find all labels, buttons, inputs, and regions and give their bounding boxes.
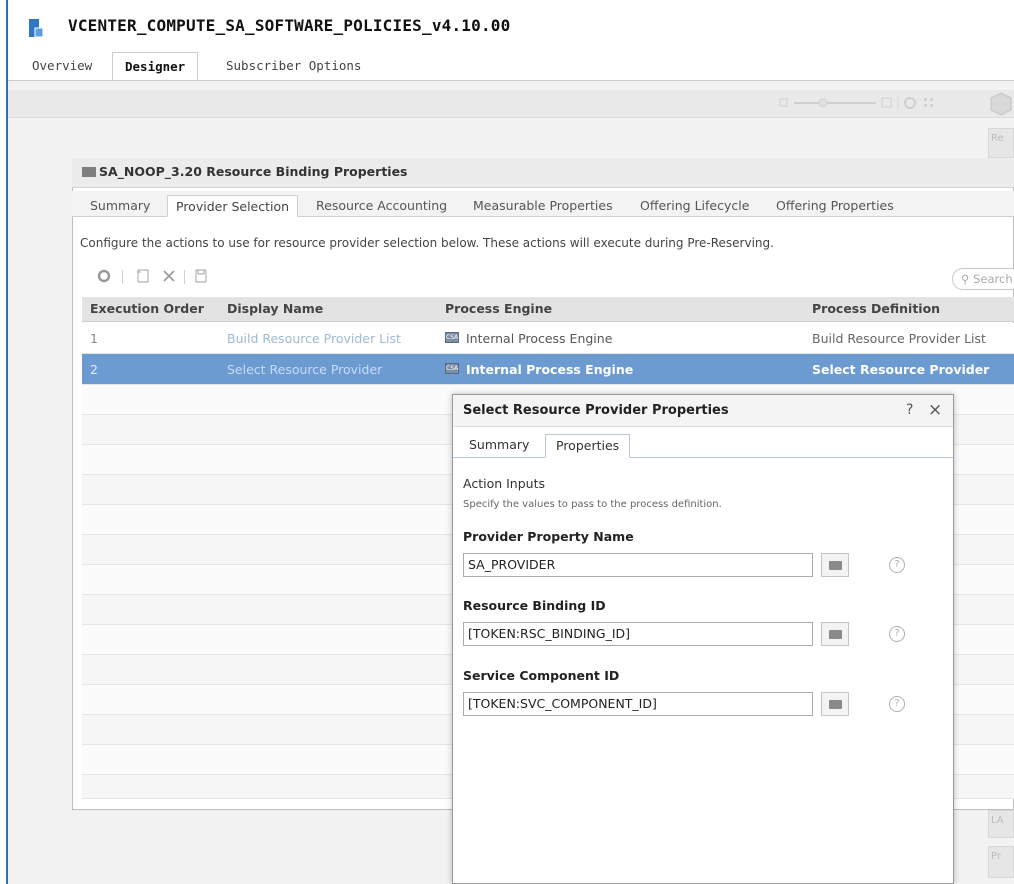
- token-picker-icon: [829, 561, 842, 570]
- cell-execution-order: 2: [90, 362, 98, 377]
- window-icon: [82, 167, 96, 177]
- app-icon: [28, 18, 44, 38]
- refresh-icon[interactable]: [96, 268, 112, 288]
- dialog-title: Select Resource Provider Properties: [463, 403, 729, 418]
- page-title: VCENTER_COMPUTE_SA_SOFTWARE_POLICIES_v4.…: [68, 16, 511, 35]
- service-component-id-input[interactable]: [TOKEN:SVC_COMPONENT_ID]: [463, 692, 813, 716]
- table-header: Execution Order Display Name Process Eng…: [82, 297, 1014, 322]
- toolbar-divider: [122, 270, 123, 284]
- cell-process-definition: Select Resource Provider: [812, 362, 990, 377]
- tab-measurable-properties[interactable]: Measurable Properties: [465, 195, 621, 217]
- cell-display-name[interactable]: Select Resource Provider: [227, 362, 382, 377]
- zoom-control[interactable]: [778, 96, 948, 110]
- save-icon[interactable]: [194, 268, 208, 288]
- palette-item[interactable]: Pr: [988, 846, 1014, 878]
- search-placeholder: Search: [973, 272, 1013, 286]
- delete-icon[interactable]: [162, 268, 176, 288]
- cell-process-engine: Internal Process Engine: [466, 362, 634, 377]
- table-row[interactable]: 1 Build Resource Provider List CSA Inter…: [82, 323, 1014, 354]
- token-picker-button[interactable]: [821, 553, 849, 577]
- tab-properties[interactable]: Properties: [545, 434, 631, 458]
- tab-subscriber-options[interactable]: Subscriber Options: [214, 52, 373, 81]
- window-title: SA_NOOP_3.20 Resource Binding Properties: [99, 164, 408, 179]
- table-row-selected[interactable]: 2 Select Resource Provider CSA Internal …: [82, 354, 1014, 385]
- tab-offering-properties[interactable]: Offering Properties: [768, 195, 902, 217]
- resource-binding-id-input[interactable]: [TOKEN:RSC_BINDING_ID]: [463, 622, 813, 646]
- help-circle-icon[interactable]: ?: [889, 626, 905, 642]
- section-title: Action Inputs: [463, 476, 546, 491]
- tab-provider-selection[interactable]: Provider Selection: [167, 195, 299, 217]
- column-header-process-definition[interactable]: Process Definition: [812, 301, 940, 316]
- tab-designer[interactable]: Designer: [112, 52, 199, 81]
- tab-offering-lifecycle[interactable]: Offering Lifecycle: [632, 195, 757, 217]
- help-button[interactable]: ?: [906, 402, 913, 418]
- provider-property-name-input[interactable]: SA_PROVIDER: [463, 553, 813, 577]
- engine-icon: CSA: [445, 332, 459, 343]
- cell-execution-order: 1: [90, 331, 98, 346]
- dialog-tab-bar: Summary Properties: [453, 432, 953, 458]
- help-circle-icon[interactable]: ?: [889, 557, 905, 573]
- column-header-process-engine[interactable]: Process Engine: [445, 301, 552, 316]
- field-label-provider-property-name: Provider Property Name: [463, 529, 634, 544]
- field-label-resource-binding-id: Resource Binding ID: [463, 598, 606, 613]
- token-picker-icon: [829, 630, 842, 639]
- cell-display-name[interactable]: Build Resource Provider List: [227, 331, 401, 346]
- binding-tab-bar: Summary Provider Selection Resource Acco…: [72, 191, 1014, 217]
- token-picker-button[interactable]: [821, 692, 849, 716]
- tab-resource-accounting[interactable]: Resource Accounting: [308, 195, 455, 217]
- top-tab-bar: Overview Designer Subscriber Options: [20, 52, 1014, 81]
- palette-item[interactable]: Re: [988, 128, 1014, 158]
- section-description: Configure the actions to use for resourc…: [80, 236, 774, 250]
- search-icon: ⚲: [961, 272, 970, 286]
- column-header-execution-order[interactable]: Execution Order: [90, 301, 204, 316]
- engine-icon: CSA: [445, 363, 459, 374]
- tab-overview[interactable]: Overview: [20, 52, 104, 81]
- toolbar-divider: [184, 270, 185, 284]
- search-input[interactable]: ⚲ Search: [952, 268, 1014, 290]
- help-circle-icon[interactable]: ?: [889, 696, 905, 712]
- cell-process-definition: Build Resource Provider List: [812, 331, 986, 346]
- close-icon[interactable]: ×: [928, 400, 942, 420]
- field-label-service-component-id: Service Component ID: [463, 668, 620, 683]
- column-header-display-name[interactable]: Display Name: [227, 301, 323, 316]
- tab-summary[interactable]: Summary: [82, 195, 158, 217]
- token-picker-icon: [829, 700, 842, 709]
- tab-summary[interactable]: Summary: [459, 434, 539, 458]
- token-picker-button[interactable]: [821, 622, 849, 646]
- cell-process-engine: Internal Process Engine: [466, 331, 613, 346]
- section-hint: Specify the values to pass to the proces…: [463, 499, 722, 510]
- new-icon[interactable]: [136, 268, 150, 288]
- palette-item[interactable]: LA: [988, 810, 1014, 838]
- package-icon[interactable]: [990, 92, 1012, 120]
